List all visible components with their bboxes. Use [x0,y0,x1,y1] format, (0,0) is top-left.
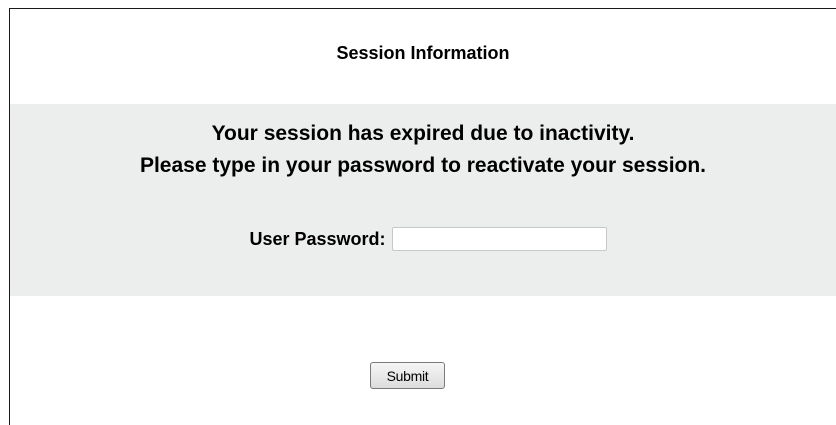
page-title: Session Information [336,43,510,63]
expired-message: Your session has expired due to inactivi… [211,122,635,145]
password-input[interactable] [391,227,607,251]
submit-button[interactable]: Submit [370,362,445,389]
dialog-header: Session Information [10,9,836,104]
message-panel: Your session has expired due to inactivi… [10,104,836,296]
reactivate-instruction: Please type in your password to reactiva… [139,154,707,177]
password-row: User Password: [10,225,836,253]
password-label: User Password: [249,228,386,249]
